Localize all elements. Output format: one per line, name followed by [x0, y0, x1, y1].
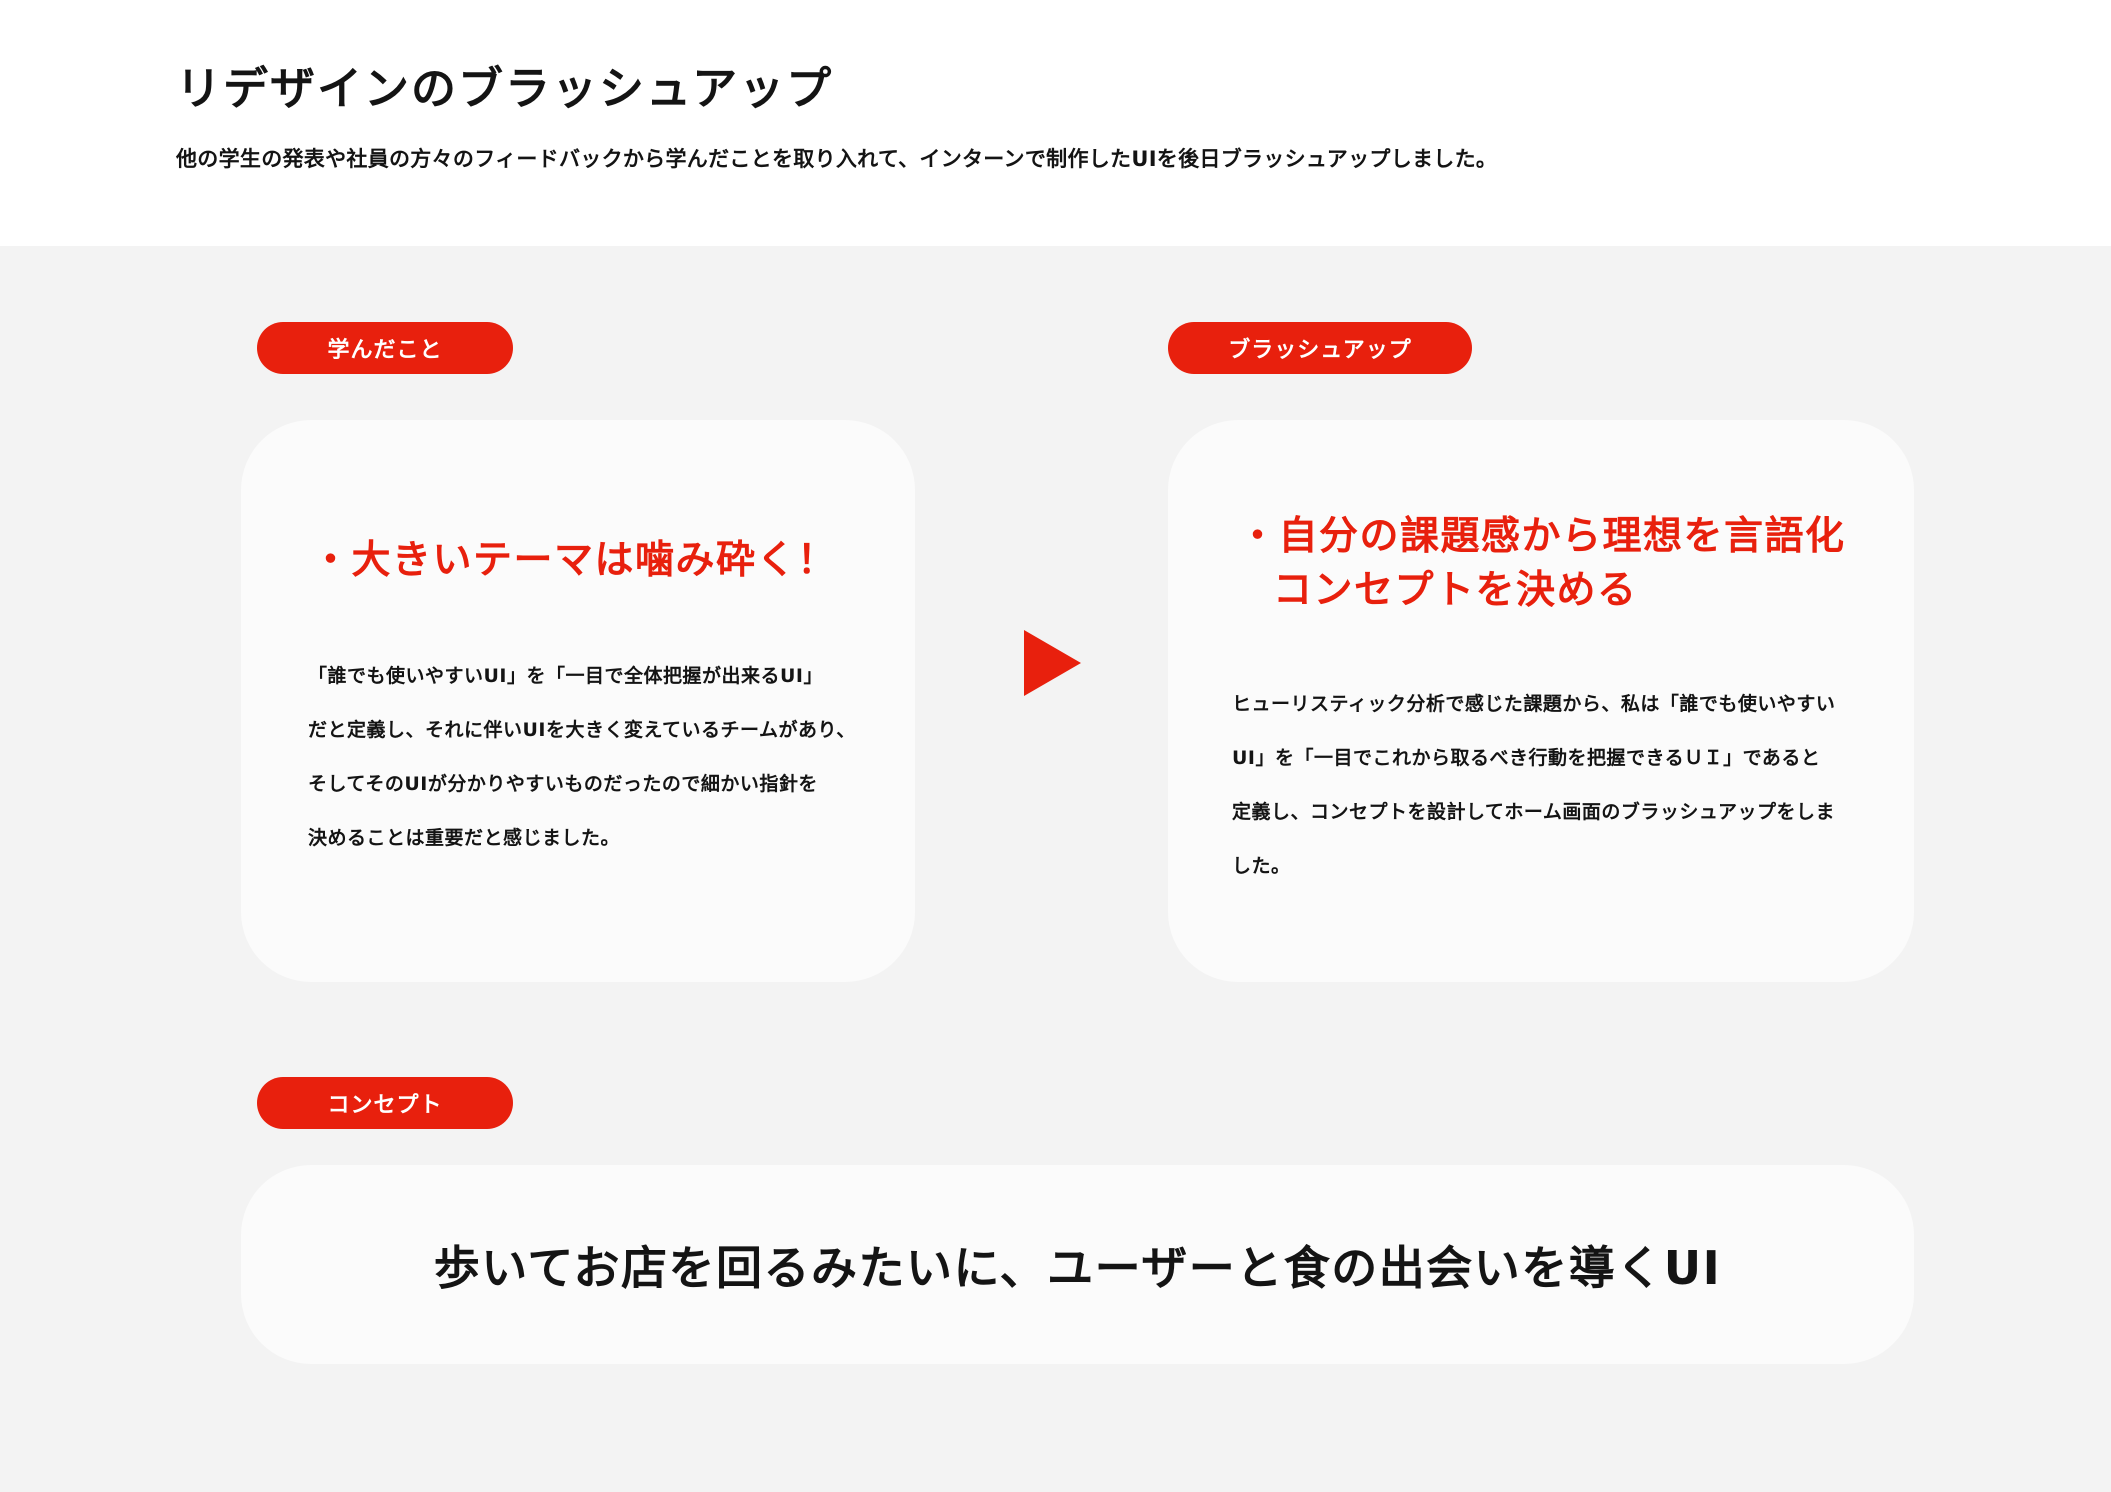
learned-heading: ・大きいテーマは噛み砕く！ — [311, 538, 838, 583]
brushup-heading: ・自分の課題感から理想を言語化 コンセプトを決める — [1238, 510, 1846, 618]
brushup-body: ヒューリスティック分析で感じた課題から、私は「誰でも使いやすい UI」を「一目で… — [1232, 677, 1835, 893]
learned-body-line: だと定義し、それに伴いUIを大きく変えているチームがあり、 — [308, 719, 856, 741]
arrow-right-icon — [1024, 630, 1081, 696]
page-subtitle: 他の学生の発表や社員の方々のフィードバックから学んだことを取り入れて、インターン… — [176, 147, 1498, 171]
learned-body-line: 決めることは重要だと感じました。 — [308, 827, 621, 849]
header: リデザインのブラッシュアップ 他の学生の発表や社員の方々のフィードバックから学ん… — [0, 0, 2111, 246]
concept-label-badge: コンセプト — [257, 1077, 513, 1129]
brushup-body-line: UI」を「一目でこれから取るべき行動を把握できるＵＩ」であると — [1232, 747, 1821, 769]
brushup-body-line: した。 — [1232, 855, 1291, 877]
brushup-body-line: 定義し、コンセプトを設計してホーム画面のブラッシュアップをしま — [1232, 801, 1835, 823]
learned-body: 「誰でも使いやすいUI」を「一目で全体把握が出来るUI」 だと定義し、それに伴い… — [308, 649, 856, 865]
learned-body-line: そしてそのUIが分かりやすいものだったので細かい指針を — [308, 773, 818, 795]
learned-card: ・大きいテーマは噛み砕く！ 「誰でも使いやすいUI」を「一目で全体把握が出来るU… — [241, 420, 915, 982]
brushup-label-badge: ブラッシュアップ — [1168, 322, 1472, 374]
brushup-heading-line1: ・自分の課題感から理想を言語化 — [1238, 514, 1846, 559]
brushup-heading-line2: コンセプトを決める — [1273, 568, 1638, 613]
page-title: リデザインのブラッシュアップ — [176, 62, 834, 115]
concept-statement: 歩いてお店を回るみたいに、ユーザーと食の出会いを導くUI — [433, 1240, 1722, 1295]
learned-label-badge: 学んだこと — [257, 322, 513, 374]
learned-body-line: 「誰でも使いやすいUI」を「一目で全体把握が出来るUI」 — [308, 665, 823, 687]
concept-card: 歩いてお店を回るみたいに、ユーザーと食の出会いを導くUI — [241, 1165, 1914, 1364]
brushup-card: ・自分の課題感から理想を言語化 コンセプトを決める ヒューリスティック分析で感じ… — [1168, 420, 1914, 982]
brushup-body-line: ヒューリスティック分析で感じた課題から、私は「誰でも使いやすい — [1232, 693, 1836, 715]
